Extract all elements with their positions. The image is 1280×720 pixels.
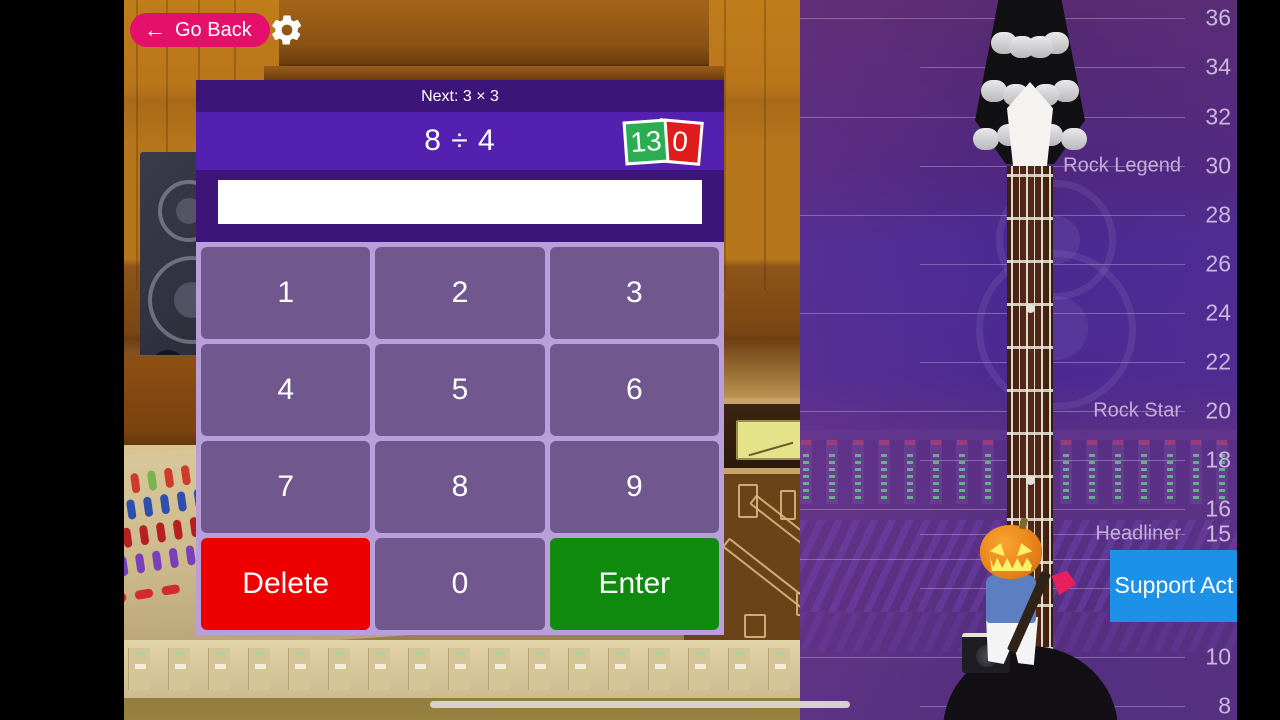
key-delete[interactable]: Delete	[201, 538, 371, 630]
pumpkin-eye	[1013, 540, 1033, 557]
gear-icon	[272, 15, 302, 45]
pumpkin-stem	[1018, 517, 1029, 530]
scale-tick-line	[800, 509, 1185, 510]
key-enter[interactable]: Enter	[549, 538, 719, 630]
key-8[interactable]: 8	[375, 441, 545, 533]
key-label: 1	[277, 276, 294, 309]
go-back-label: Go Back	[175, 18, 252, 41]
scale-tick-value: 34	[1205, 53, 1231, 80]
scale-tick-value: 24	[1205, 299, 1231, 326]
pumpkin-mouth	[990, 557, 1032, 571]
tuning-peg	[1027, 36, 1053, 58]
scale-tick-line	[800, 18, 1185, 19]
rank-label-rock-legend: Rock Legend	[1063, 154, 1181, 177]
scale-tick-value: 30	[1205, 152, 1231, 179]
next-question-label: Next: 3 × 3	[421, 88, 499, 105]
key-1[interactable]: 1	[201, 247, 371, 339]
scale-tick-value: 15	[1205, 520, 1231, 547]
guitar-fret	[1007, 260, 1053, 263]
game-viewport: 3634323028262422201816151412108 Rock Leg…	[124, 0, 1237, 720]
guitar-fret	[1007, 346, 1053, 349]
key-7[interactable]: 7	[201, 441, 371, 533]
scale-tick-value: 16	[1205, 495, 1231, 522]
quiz-header: Next: 3 × 3 8 ÷ 4 13 0	[196, 80, 724, 170]
key-label: 0	[451, 567, 469, 600]
letterbox-left	[0, 0, 124, 720]
home-indicator	[430, 701, 850, 708]
scale-tick-line	[800, 215, 1185, 216]
fretboard-inlay	[1026, 476, 1035, 485]
scale-tick-value: 36	[1205, 4, 1231, 31]
guitar-fret	[1007, 174, 1053, 177]
key-label: 9	[625, 470, 643, 503]
tuning-peg	[973, 128, 999, 150]
game-screenshot: 3634323028262422201816151412108 Rock Leg…	[0, 0, 1280, 720]
guitar-fret	[1007, 518, 1053, 521]
scale-tick-value: 10	[1205, 643, 1231, 670]
key-6[interactable]: 6	[549, 344, 719, 436]
letterbox-right	[1237, 0, 1280, 720]
back-arrow-icon: ←	[144, 17, 166, 42]
key-5[interactable]: 5	[375, 344, 545, 436]
guitar-fret	[1007, 432, 1053, 435]
key-2[interactable]: 2	[375, 247, 545, 339]
current-rank-badge: Support Act	[1110, 550, 1237, 622]
go-back-button[interactable]: ← Go Back	[130, 13, 270, 47]
key-label: 2	[451, 276, 469, 309]
wall-shelf	[279, 0, 709, 72]
scale-tick-value: 18	[1205, 446, 1231, 473]
key-9[interactable]: 9	[549, 441, 719, 533]
answer-field-wrapper	[196, 170, 724, 242]
scale-tick-value: 32	[1205, 103, 1231, 130]
tuning-peg	[1061, 128, 1087, 150]
settings-button[interactable]	[269, 12, 305, 48]
shelf-lip	[264, 66, 724, 80]
scale-tick-value: 22	[1205, 348, 1231, 375]
current-rank-line1: Support Act	[1114, 572, 1234, 599]
score-correct-badge: 13	[622, 118, 670, 166]
key-label: Delete	[242, 567, 330, 600]
key-label: 5	[451, 373, 469, 406]
key-label: Enter	[598, 567, 671, 600]
key-0[interactable]: 0	[375, 538, 545, 630]
key-label: 6	[625, 373, 643, 406]
scale-tick-value: 28	[1205, 201, 1231, 228]
scale-tick-value: 26	[1205, 250, 1231, 277]
pumpkin-eye	[989, 540, 1009, 557]
rank-label-rock-star: Rock Star	[1093, 399, 1181, 422]
fretboard-inlay	[1026, 304, 1035, 313]
key-label: 4	[277, 373, 294, 406]
rank-label-headliner: Headliner	[1095, 522, 1181, 545]
key-label: 8	[451, 470, 469, 503]
fader-bank	[124, 640, 814, 698]
pumpkin-head	[980, 517, 1042, 579]
quiz-panel: Next: 3 × 3 8 ÷ 4 13 0 1 2 3 4 5 6 7 8 9 Delete 0 E…	[196, 80, 724, 635]
key-4[interactable]: 4	[201, 344, 371, 436]
answer-input[interactable]	[218, 180, 702, 224]
key-label: 3	[625, 276, 643, 309]
guitar-fret	[1007, 217, 1053, 220]
number-keypad: 1 2 3 4 5 6 7 8 9 Delete 0 Enter	[196, 242, 724, 635]
key-label: 7	[277, 470, 294, 503]
progress-scale-panel: 3634323028262422201816151412108 Rock Leg…	[800, 0, 1237, 720]
key-3[interactable]: 3	[549, 247, 719, 339]
scale-tick-value: 20	[1205, 397, 1231, 424]
guitar-fret	[1007, 389, 1053, 392]
scale-tick-line	[800, 313, 1185, 314]
question-text: 8 ÷ 4	[424, 124, 496, 157]
question-strip: 8 ÷ 4 13 0	[196, 112, 724, 170]
scale-tick-value: 8	[1218, 692, 1231, 719]
pumpkin-head-guitarist	[962, 517, 1088, 675]
